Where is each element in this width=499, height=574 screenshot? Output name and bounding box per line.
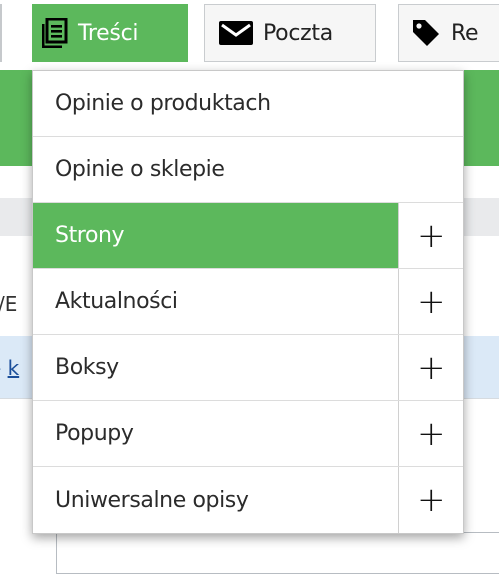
background-input-field[interactable] <box>56 532 499 574</box>
menu-item-label: Popupy <box>55 421 134 446</box>
tab-poczta[interactable]: Poczta <box>204 4 376 62</box>
background-link-text[interactable]: k <box>8 356 20 380</box>
menu-item-strony[interactable]: Strony + <box>33 203 463 269</box>
tresci-dropdown-menu: Opinie o produktach Opinie o sklepie Str… <box>32 70 464 534</box>
background-column-label: /E <box>0 292 18 316</box>
top-tab-bar: Treści Poczta Re <box>0 0 499 70</box>
menu-item-label: Opinie o produktach <box>55 91 271 116</box>
tab-re[interactable]: Re <box>398 4 499 62</box>
tag-icon <box>411 18 441 48</box>
tab-tresci-label: Treści <box>78 20 139 46</box>
menu-item-opinie-o-produktach[interactable]: Opinie o produktach <box>33 71 463 137</box>
background-link-prefix: - <box>0 356 8 380</box>
tab-re-label: Re <box>451 20 479 46</box>
add-uniwersalne-opisy-button[interactable]: + <box>398 467 463 533</box>
menu-item-aktualnosci[interactable]: Aktualności + <box>33 269 463 335</box>
menu-item-label: Opinie o sklepie <box>55 157 225 182</box>
menu-item-label: Aktualności <box>55 289 178 314</box>
menu-item-opinie-o-sklepie[interactable]: Opinie o sklepie <box>33 137 463 203</box>
background-row-link[interactable]: - k <box>0 356 19 380</box>
menu-item-label: Strony <box>55 223 125 248</box>
envelope-icon <box>219 21 253 45</box>
add-boksy-button[interactable]: + <box>398 335 463 400</box>
add-popupy-button[interactable]: + <box>398 401 463 466</box>
add-strony-button[interactable]: + <box>398 203 463 268</box>
menu-item-boksy[interactable]: Boksy + <box>33 335 463 401</box>
add-aktualnosci-button[interactable]: + <box>398 269 463 334</box>
tab-separator <box>0 4 2 62</box>
menu-item-label: Uniwersalne opisy <box>55 487 249 513</box>
menu-item-uniwersalne-opisy[interactable]: Uniwersalne opisy + <box>33 467 463 533</box>
tab-tresci[interactable]: Treści <box>32 4 188 62</box>
menu-item-popupy[interactable]: Popupy + <box>33 401 463 467</box>
list-icon <box>42 18 68 48</box>
tab-poczta-label: Poczta <box>263 20 333 46</box>
menu-item-label: Boksy <box>55 355 119 380</box>
